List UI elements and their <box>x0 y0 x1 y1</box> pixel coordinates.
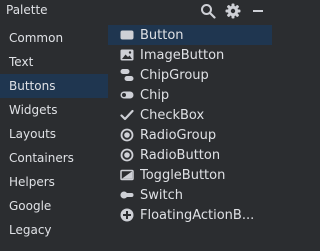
palette-item-radiobutton[interactable]: RadioButton <box>108 145 272 165</box>
palette-item-checkbox[interactable]: CheckBox <box>108 105 272 125</box>
category-label: Legacy <box>9 223 52 237</box>
panel-title: Palette <box>6 3 48 17</box>
palette-item-floatingactionbutton[interactable]: FloatingActionB... <box>108 205 272 225</box>
palette-item-label: FloatingActionB... <box>140 207 255 223</box>
radio-group-icon <box>120 128 134 142</box>
palette-item-label: CheckBox <box>140 107 205 123</box>
palette-item-label: Switch <box>140 187 183 203</box>
gear-icon[interactable] <box>225 3 241 19</box>
palette-item-label: RadioGroup <box>140 127 217 143</box>
category-google[interactable]: Google <box>0 194 108 218</box>
palette-item-label: ImageButton <box>140 47 225 63</box>
checkmark-icon <box>120 108 134 122</box>
category-containers[interactable]: Containers <box>0 146 108 170</box>
palette-item-label: ChipGroup <box>140 67 209 83</box>
palette-item-label: Button <box>140 27 184 43</box>
category-text[interactable]: Text <box>0 50 108 74</box>
category-label: Widgets <box>9 103 58 117</box>
switch-icon <box>120 188 134 202</box>
toggle-button-icon <box>120 168 134 182</box>
button-icon <box>120 28 134 42</box>
category-label: Helpers <box>9 175 55 189</box>
category-label: Buttons <box>9 79 56 93</box>
palette-header: Palette <box>0 0 272 24</box>
palette-item-chipgroup[interactable]: ChipGroup <box>108 65 272 85</box>
category-common[interactable]: Common <box>0 26 108 50</box>
category-label: Text <box>9 55 34 69</box>
palette-item-label: RadioButton <box>140 147 221 163</box>
category-buttons[interactable]: Buttons <box>0 74 108 98</box>
radio-button-icon <box>120 148 134 162</box>
category-layouts[interactable]: Layouts <box>0 122 108 146</box>
minimize-icon[interactable] <box>250 3 266 19</box>
palette-item-switch[interactable]: Switch <box>108 185 272 205</box>
palette-item-label: Chip <box>140 87 170 103</box>
chip-icon <box>120 88 134 102</box>
search-icon[interactable] <box>200 3 216 19</box>
palette-item-togglebutton[interactable]: ToggleButton <box>108 165 272 185</box>
palette-item-radiogroup[interactable]: RadioGroup <box>108 125 272 145</box>
fab-plus-icon <box>120 208 134 222</box>
palette-item-imagebutton[interactable]: ImageButton <box>108 45 272 65</box>
palette-item-button[interactable]: Button <box>108 25 272 45</box>
category-list: Common Text Buttons Widgets Layouts Cont… <box>0 24 108 251</box>
category-label: Layouts <box>9 127 57 141</box>
palette-item-chip[interactable]: Chip <box>108 85 272 105</box>
palette-panel: Palette Common Text Buttons Widgets Layo… <box>0 0 272 251</box>
palette-item-label: ToggleButton <box>140 167 226 183</box>
category-label: Google <box>9 199 52 213</box>
category-widgets[interactable]: Widgets <box>0 98 108 122</box>
category-helpers[interactable]: Helpers <box>0 170 108 194</box>
chip-group-icon <box>120 68 134 82</box>
image-button-icon <box>120 48 134 62</box>
category-label: Containers <box>9 151 74 165</box>
category-label: Common <box>9 31 64 45</box>
component-list: Button ImageButton ChipGroup Chip CheckB… <box>108 24 272 251</box>
category-legacy[interactable]: Legacy <box>0 218 108 242</box>
